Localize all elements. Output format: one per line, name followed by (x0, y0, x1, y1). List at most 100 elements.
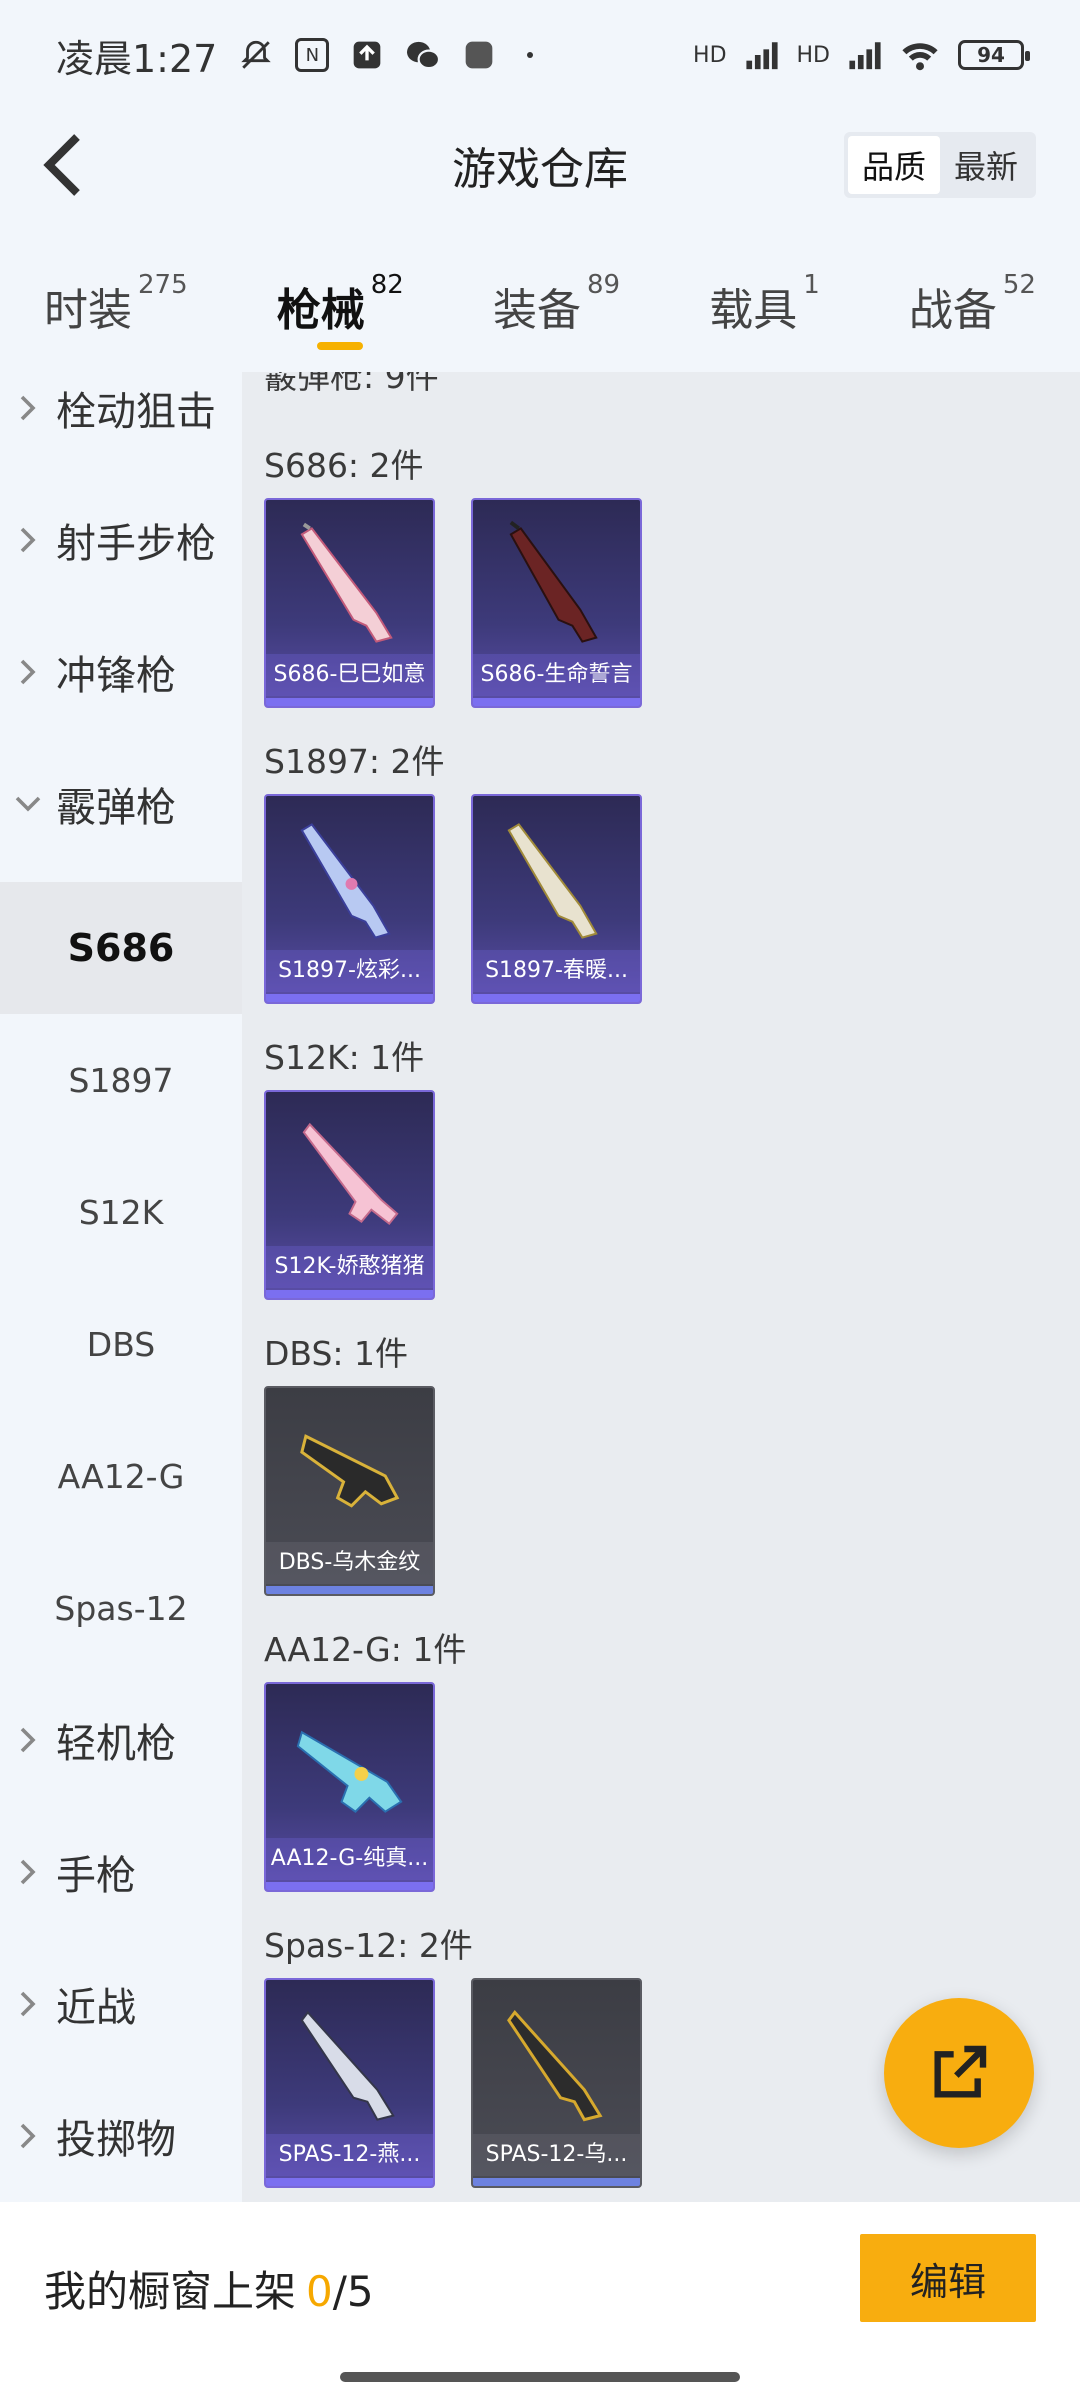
sidebar-subitem-s686[interactable]: S686 (0, 882, 242, 1014)
item-card[interactable]: S1897-炫彩... (264, 794, 435, 1004)
signal-icon-2 (848, 40, 882, 70)
battery-icon: 94 (958, 40, 1030, 70)
tab-count: 89 (586, 270, 621, 300)
sidebar-item-label: 手枪 (56, 1853, 136, 1899)
chevron-right-icon (0, 1859, 56, 1885)
home-indicator[interactable] (340, 2372, 740, 2382)
chevron-right-icon (0, 395, 56, 421)
sidebar-item-lmg[interactable]: 轻机枪 (0, 1674, 242, 1806)
sidebar-subitem-s1897[interactable]: S1897 (0, 1014, 242, 1146)
sidebar-item-shotgun[interactable]: 霰弹枪 (0, 738, 242, 870)
tab-supplies[interactable]: 战备 52 (909, 250, 1036, 360)
more-dot-icon (527, 52, 534, 58)
item-card-label: S1897-春暖... (473, 950, 640, 992)
sidebar-item-label: 霰弹枪 (56, 785, 176, 831)
sidebar-item-bolt-sniper[interactable]: 栓动狙击 (0, 342, 242, 474)
chevron-left-icon (43, 134, 80, 196)
sort-toggle[interactable]: 品质 最新 (843, 132, 1036, 198)
group-header: Spas-12: 2件 (264, 1926, 473, 1965)
sidebar-item-marksman-rifle[interactable]: 射手步枪 (0, 474, 242, 606)
wifi-icon (900, 39, 940, 71)
sidebar-subitem-spas12[interactable]: Spas-12 (0, 1542, 242, 1674)
shotgun-skin-icon (300, 522, 393, 643)
shotgun-skin-icon (296, 1730, 403, 1813)
chevron-right-icon (0, 1727, 56, 1753)
back-button[interactable] (28, 130, 98, 200)
tab-guns[interactable]: 枪械 82 (277, 250, 404, 360)
edit-button[interactable]: 编辑 (860, 2234, 1036, 2322)
sort-quality-option[interactable]: 品质 (847, 136, 940, 194)
quality-bar (266, 698, 433, 706)
active-tab-indicator (316, 342, 363, 350)
chevron-right-icon (0, 527, 56, 553)
item-group-s1897: S1897: 2件 S1897-炫彩... S1897-春暖... (264, 724, 642, 1004)
header: 游戏仓库 品质 最新 (0, 110, 1080, 220)
tab-label: 载具 (709, 285, 798, 336)
item-group-s12k: S12K: 1件 S12K-娇憨猪猪 (264, 1020, 435, 1300)
group-header: S12K: 1件 (264, 1038, 425, 1077)
app-square-icon (463, 39, 495, 71)
sidebar-item-pistol[interactable]: 手枪 (0, 1806, 242, 1938)
quality-bar (473, 698, 640, 706)
sort-latest-option[interactable]: 最新 (940, 136, 1032, 194)
shotgun-skin-icon (507, 2010, 603, 2122)
quality-bar (266, 2178, 433, 2186)
sidebar-item-label: 轻机枪 (56, 1721, 176, 1767)
item-card[interactable]: S12K-娇憨猪猪 (264, 1090, 435, 1300)
item-card-label: AA12-G-纯真... (266, 1838, 433, 1880)
item-card-label: S1897-炫彩... (266, 950, 433, 992)
showcase-max-count: 5 (346, 2267, 374, 2316)
tab-count: 52 (1002, 270, 1036, 300)
quality-bar (266, 994, 433, 1002)
item-card-label: S686-巳巳如意 (266, 654, 433, 696)
sidebar: 栓动狙击 射手步枪 冲锋枪 霰弹枪 S686 S1897 S12K DBS AA… (0, 372, 242, 2202)
status-bar: 凌晨1:27 N HD HD 94 (0, 0, 1080, 110)
mute-bell-icon (239, 38, 273, 72)
tab-label: 枪械 (276, 285, 365, 336)
item-card-label: DBS-乌木金纹 (266, 1542, 433, 1584)
shotgun-skin-icon (300, 2010, 395, 2121)
item-group-s686: S686: 2件 S686-巳巳如意 S686-生命誓言 (264, 428, 642, 708)
tab-label: 装备 (492, 285, 581, 336)
status-time: 凌晨1:27 (56, 36, 218, 81)
item-card[interactable]: S686-巳巳如意 (264, 498, 435, 708)
sidebar-item-label: 冲锋枪 (56, 653, 176, 699)
item-list[interactable]: 霰弹枪: 9件 S686: 2件 S686-巳巳如意 S686-生命誓言 S18… (242, 372, 1080, 2202)
item-card[interactable]: AA12-G-纯真... (264, 1682, 435, 1892)
item-card-label: SPAS-12-乌... (473, 2134, 640, 2176)
rifle-skin-icon (302, 1122, 399, 1226)
bottom-bar: 我的橱窗上架 0 / 5 编辑 (0, 2202, 1080, 2400)
item-group-spas12: Spas-12: 2件 SPAS-12-燕... SPAS-12-乌... (264, 1908, 642, 2188)
tab-vehicles[interactable]: 载具 1 (709, 250, 820, 360)
tab-count: 275 (138, 270, 188, 300)
tab-label: 时装 (44, 285, 132, 336)
sidebar-subitem-dbs[interactable]: DBS (0, 1278, 242, 1410)
quality-bar (473, 2178, 640, 2186)
item-card-label: S686-生命誓言 (473, 654, 640, 696)
quality-bar (266, 1290, 433, 1298)
sidebar-item-smg[interactable]: 冲锋枪 (0, 606, 242, 738)
item-group-aa12g: AA12-G: 1件 AA12-G-纯真... (264, 1612, 466, 1892)
quality-bar (473, 994, 640, 1002)
sidebar-subitem-aa12g[interactable]: AA12-G (0, 1410, 242, 1542)
item-card-label: S12K-娇憨猪猪 (266, 1246, 433, 1288)
signal-hd-label-2: HD (796, 42, 830, 68)
signal-hd-label-1: HD (693, 42, 727, 68)
chevron-right-icon (0, 2123, 56, 2149)
sidebar-item-throwable[interactable]: 投掷物 (0, 2070, 242, 2202)
shotgun-skin-icon (300, 1434, 400, 1508)
item-card[interactable]: SPAS-12-燕... (264, 1978, 435, 2188)
showcase-status: 我的橱窗上架 0 / 5 (44, 2258, 374, 2319)
item-card[interactable]: S686-生命誓言 (471, 498, 642, 708)
signal-icon (745, 40, 779, 70)
item-card[interactable]: S1897-春暖... (471, 794, 642, 1004)
tab-equipment[interactable]: 装备 89 (493, 250, 620, 360)
group-header: S686: 2件 (264, 446, 424, 485)
showcase-separator: / (332, 2267, 347, 2316)
shotgun-skin-icon (509, 520, 598, 643)
item-card[interactable]: SPAS-12-乌... (471, 1978, 642, 2188)
share-fab-button[interactable] (884, 1998, 1034, 2148)
item-card[interactable]: DBS-乌木金纹 (264, 1386, 435, 1596)
sidebar-subitem-s12k[interactable]: S12K (0, 1146, 242, 1278)
sidebar-item-melee[interactable]: 近战 (0, 1938, 242, 2070)
